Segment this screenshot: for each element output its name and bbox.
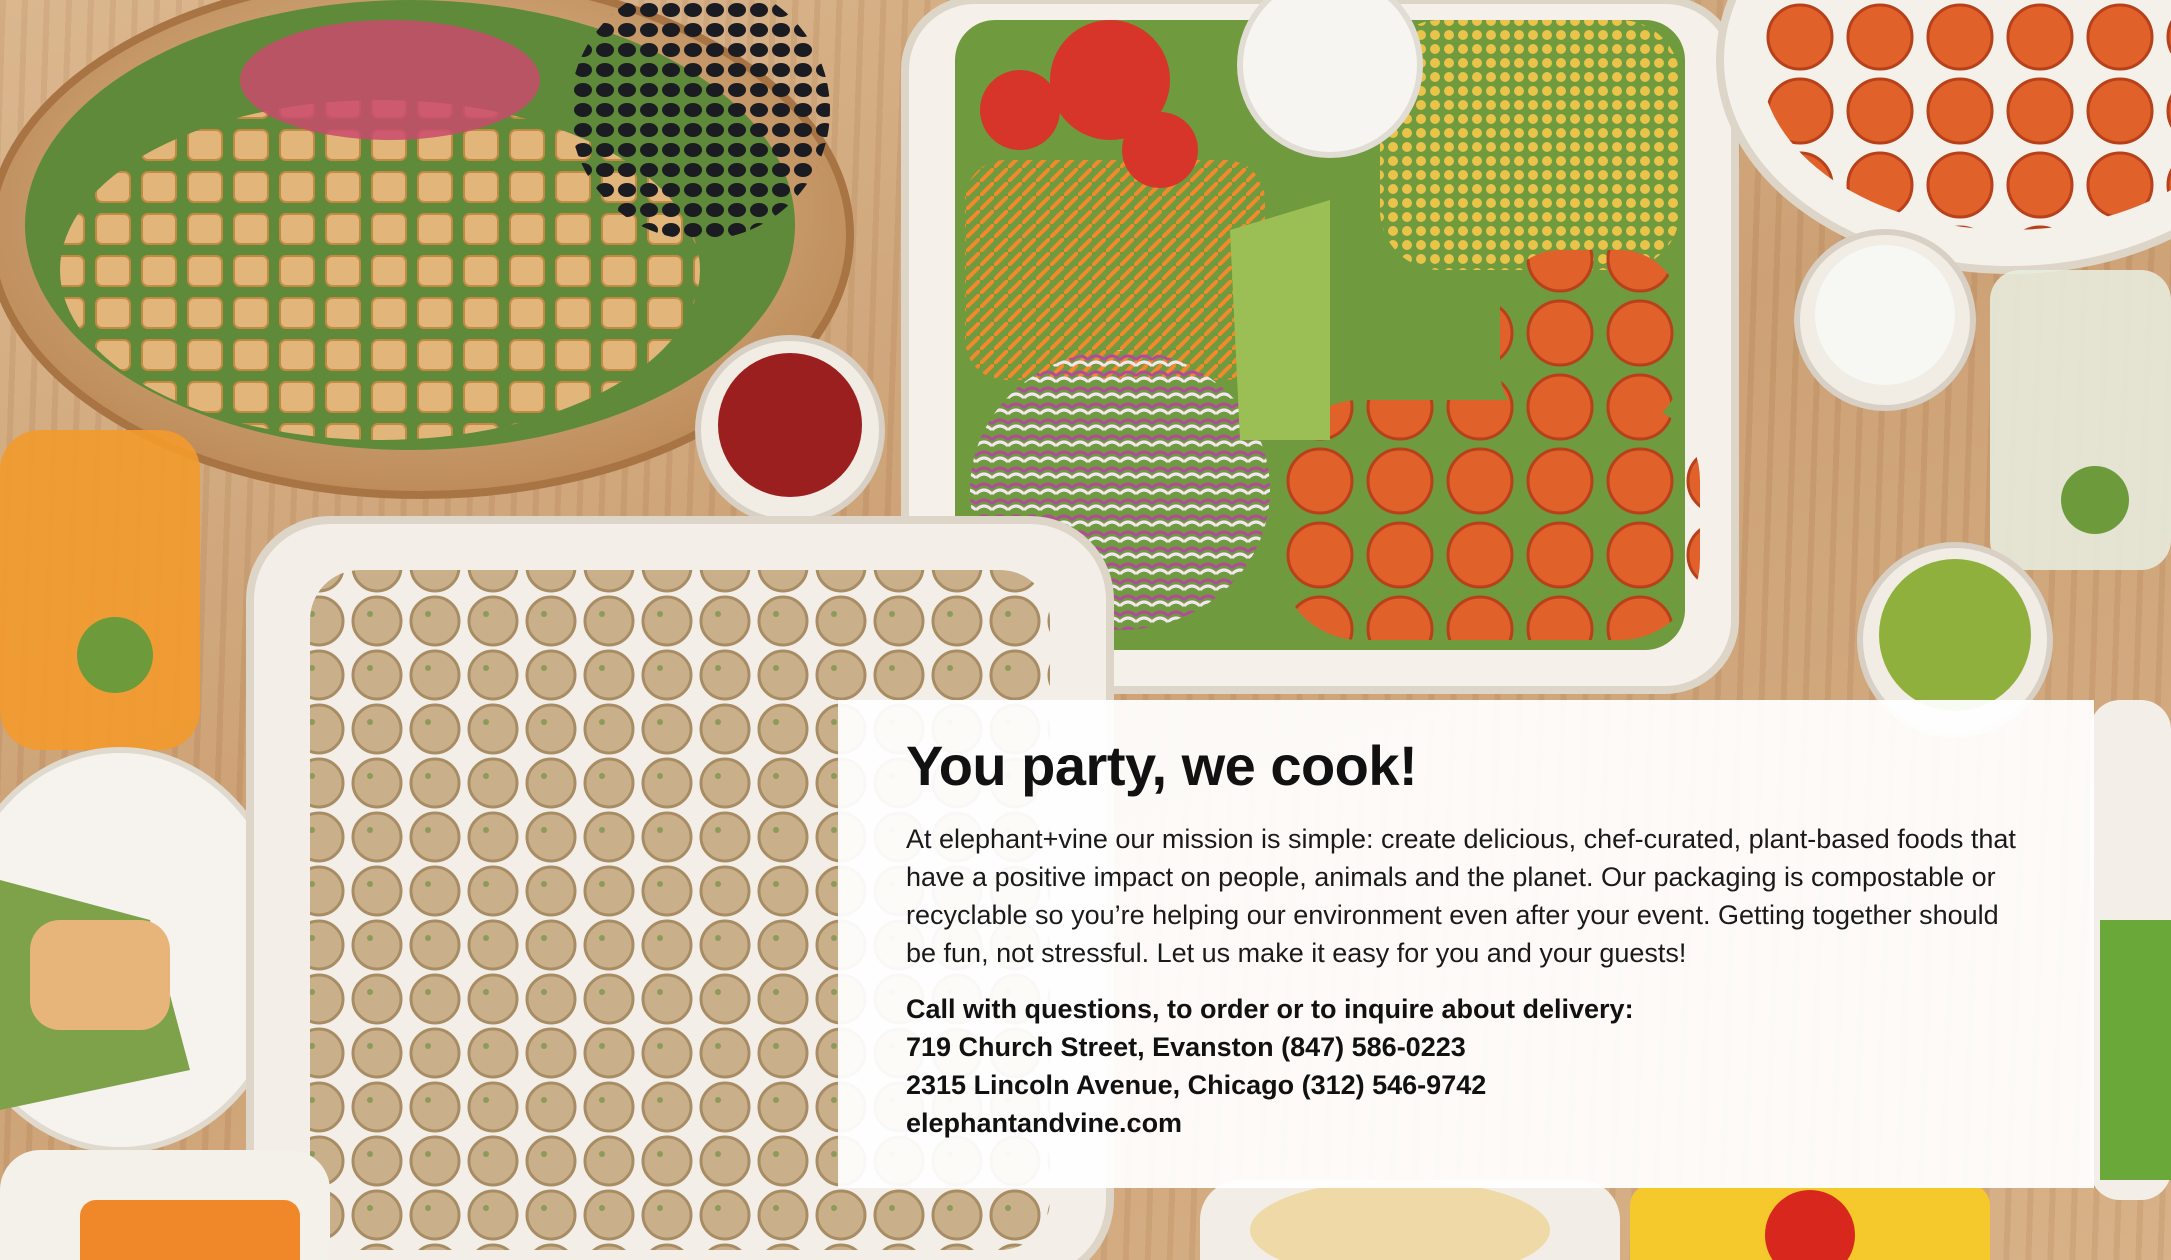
location-chicago: 2315 Lincoln Avenue, Chicago (312) 546-9… <box>906 1070 1487 1101</box>
info-card: You party, we cook! At elephant+vine our… <box>838 700 2094 1188</box>
headline: You party, we cook! <box>906 734 1418 797</box>
mission-text: At elephant+vine our mission is simple: … <box>906 824 2016 969</box>
contact-intro: Call with questions, to order or to inqu… <box>906 994 1634 1025</box>
website-link[interactable]: elephantandvine.com <box>906 1104 2032 1142</box>
location-evanston: 719 Church Street, Evanston (847) 586-02… <box>906 1032 1466 1063</box>
